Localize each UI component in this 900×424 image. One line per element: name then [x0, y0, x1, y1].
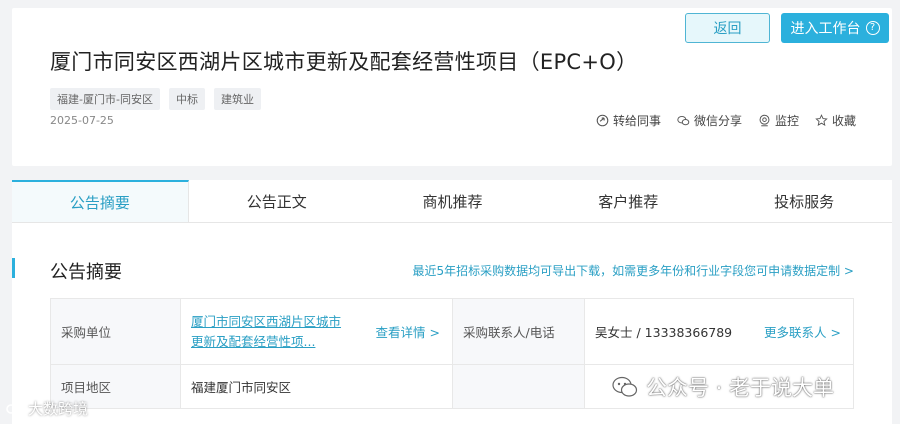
tab-bar: 公告摘要 公告正文 商机推荐 客户推荐 投标服务: [12, 180, 892, 223]
corner-watermark-text: 大数跨境: [28, 400, 89, 418]
section-title: 公告摘要: [50, 262, 122, 283]
table-row: 采购单位 厦门市同安区西湖片区城市更新及配套经营性项... 查看详情 > 采购联…: [50, 298, 854, 365]
share-forward-icon: [596, 114, 609, 127]
favorite-button[interactable]: 收藏: [815, 112, 856, 129]
project-header-card: 返回 进入工作台 ? 厦门市同安区西湖片区城市更新及配套经营性项目（EPC+O）…: [12, 8, 892, 166]
watermark: 公众号 · 老于说大单: [612, 372, 834, 402]
section-marker: [12, 258, 15, 278]
favorite-label: 收藏: [831, 114, 856, 128]
tag-region: 福建-厦门市-同安区: [50, 88, 160, 110]
page-title: 厦门市同安区西湖片区城市更新及配套经营性项目（EPC+O）: [50, 50, 638, 74]
tag-list: 福建-厦门市-同安区 中标 建筑业: [50, 88, 261, 110]
tag-status: 中标: [168, 88, 205, 110]
monitor-icon: [759, 114, 770, 127]
wechat-watermark-icon: [612, 376, 638, 397]
tab-announcement-body[interactable]: 公告正文: [188, 180, 365, 222]
tab-bidding-service[interactable]: 投标服务: [716, 180, 892, 222]
purchaser-label: 采购单位: [50, 298, 181, 365]
enter-workbench-button[interactable]: 进入工作台 ?: [781, 13, 889, 43]
contact-label: 采购联系人/电话: [452, 298, 585, 365]
help-icon: ?: [865, 21, 880, 35]
wechat-share-button[interactable]: 微信分享: [677, 112, 742, 129]
forward-to-colleague-button[interactable]: 转给同事: [596, 112, 661, 129]
view-details-link[interactable]: 查看详情 >: [376, 322, 440, 341]
empty-label-cell: [452, 364, 585, 409]
tag-industry: 建筑业: [213, 88, 261, 110]
forward-label: 转给同事: [612, 114, 661, 128]
corner-watermark: 大数跨境: [6, 398, 88, 419]
back-button[interactable]: 返回: [685, 13, 770, 43]
tab-opportunity-recommend[interactable]: 商机推荐: [364, 180, 541, 222]
workbench-label: 进入工作台: [790, 21, 861, 37]
star-icon: [815, 114, 828, 126]
wechat-icon: [677, 115, 690, 126]
tab-summary[interactable]: 公告摘要: [12, 180, 189, 222]
publish-date: 2025-07-25: [50, 114, 114, 127]
data-export-link[interactable]: 最近5年招标采购数据均可导出下载，如需更多年份和行业字段您可申请数据定制 >: [412, 262, 854, 279]
contact-value: 吴女士 / 13338366789: [595, 325, 733, 340]
more-contacts-link[interactable]: 更多联系人 >: [764, 322, 841, 341]
region-value: 福建厦门市同安区: [180, 364, 453, 409]
action-bar: 转给同事 微信分享 监控 收藏: [596, 112, 856, 129]
tab-customer-recommend[interactable]: 客户推荐: [540, 180, 717, 222]
monitor-label: 监控: [774, 114, 799, 128]
logo-icon: [6, 403, 23, 414]
watermark-text: 公众号 · 老于说大单: [646, 376, 835, 400]
purchaser-name-link[interactable]: 厦门市同安区西湖片区城市更新及配套经营性项...: [191, 312, 351, 352]
monitor-button[interactable]: 监控: [758, 112, 799, 129]
wechat-share-label: 微信分享: [693, 114, 742, 128]
